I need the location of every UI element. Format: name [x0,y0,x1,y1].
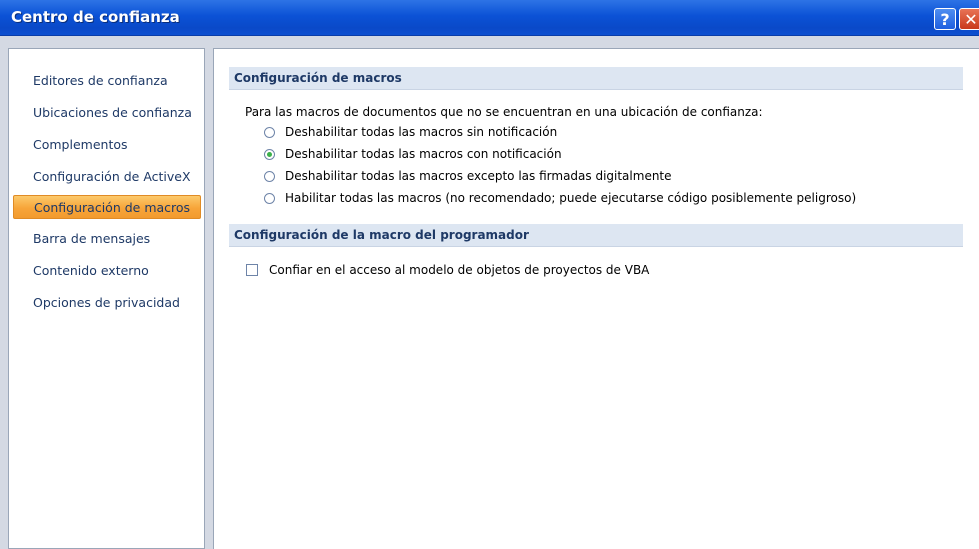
macro-settings-header: Configuración de macros [229,67,963,90]
radio-label: Deshabilitar todas las macros excepto la… [285,169,672,183]
sidebar-item-complementos[interactable]: Complementos [13,133,201,157]
developer-settings-header: Configuración de la macro del programado… [229,224,963,247]
radio-disable-no-notification[interactable]: Deshabilitar todas las macros sin notifi… [264,123,557,141]
radio-button[interactable] [264,192,275,204]
settings-panel: Configuración de macros Para las macros … [213,48,979,549]
close-button[interactable]: ✕ [959,8,979,30]
radio-disable-with-notification[interactable]: Deshabilitar todas las macros con notifi… [264,145,562,163]
sidebar-item-barra-mensajes[interactable]: Barra de mensajes [13,227,201,251]
radio-label: Habilitar todas las macros (no recomenda… [285,191,857,205]
window-title: Centro de confianza [11,8,180,26]
radio-button[interactable] [264,170,275,182]
checkbox-label: Confiar en el acceso al modelo de objeto… [269,263,650,277]
dialog-body: Editores de confianza Ubicaciones de con… [0,36,979,549]
radio-enable-all[interactable]: Habilitar todas las macros (no recomenda… [264,189,856,207]
macro-settings-description: Para las macros de documentos que no se … [245,105,763,119]
help-button[interactable]: ? [934,8,956,30]
category-sidebar: Editores de confianza Ubicaciones de con… [8,48,205,549]
radio-label: Deshabilitar todas las macros sin notifi… [285,125,558,139]
radio-label: Deshabilitar todas las macros con notifi… [285,147,562,161]
sidebar-item-privacidad[interactable]: Opciones de privacidad [13,291,201,315]
sidebar-item-activex[interactable]: Configuración de ActiveX [13,165,201,189]
checkbox-trust-vba-access[interactable]: Confiar en el acceso al modelo de objeto… [246,261,649,279]
radio-button[interactable] [264,126,275,138]
sidebar-item-ubicaciones[interactable]: Ubicaciones de confianza [13,101,201,125]
checkbox[interactable] [246,264,258,276]
title-bar[interactable]: Centro de confianza ? ✕ [0,0,979,36]
trust-center-window: Centro de confianza ? ✕ Editores de conf… [0,0,979,549]
sidebar-item-editores[interactable]: Editores de confianza [13,69,201,93]
sidebar-item-macros[interactable]: Configuración de macros [13,195,201,219]
radio-disable-except-signed[interactable]: Deshabilitar todas las macros excepto la… [264,167,672,185]
sidebar-item-contenido-externo[interactable]: Contenido externo [13,259,201,283]
radio-button-selected[interactable] [264,148,275,160]
